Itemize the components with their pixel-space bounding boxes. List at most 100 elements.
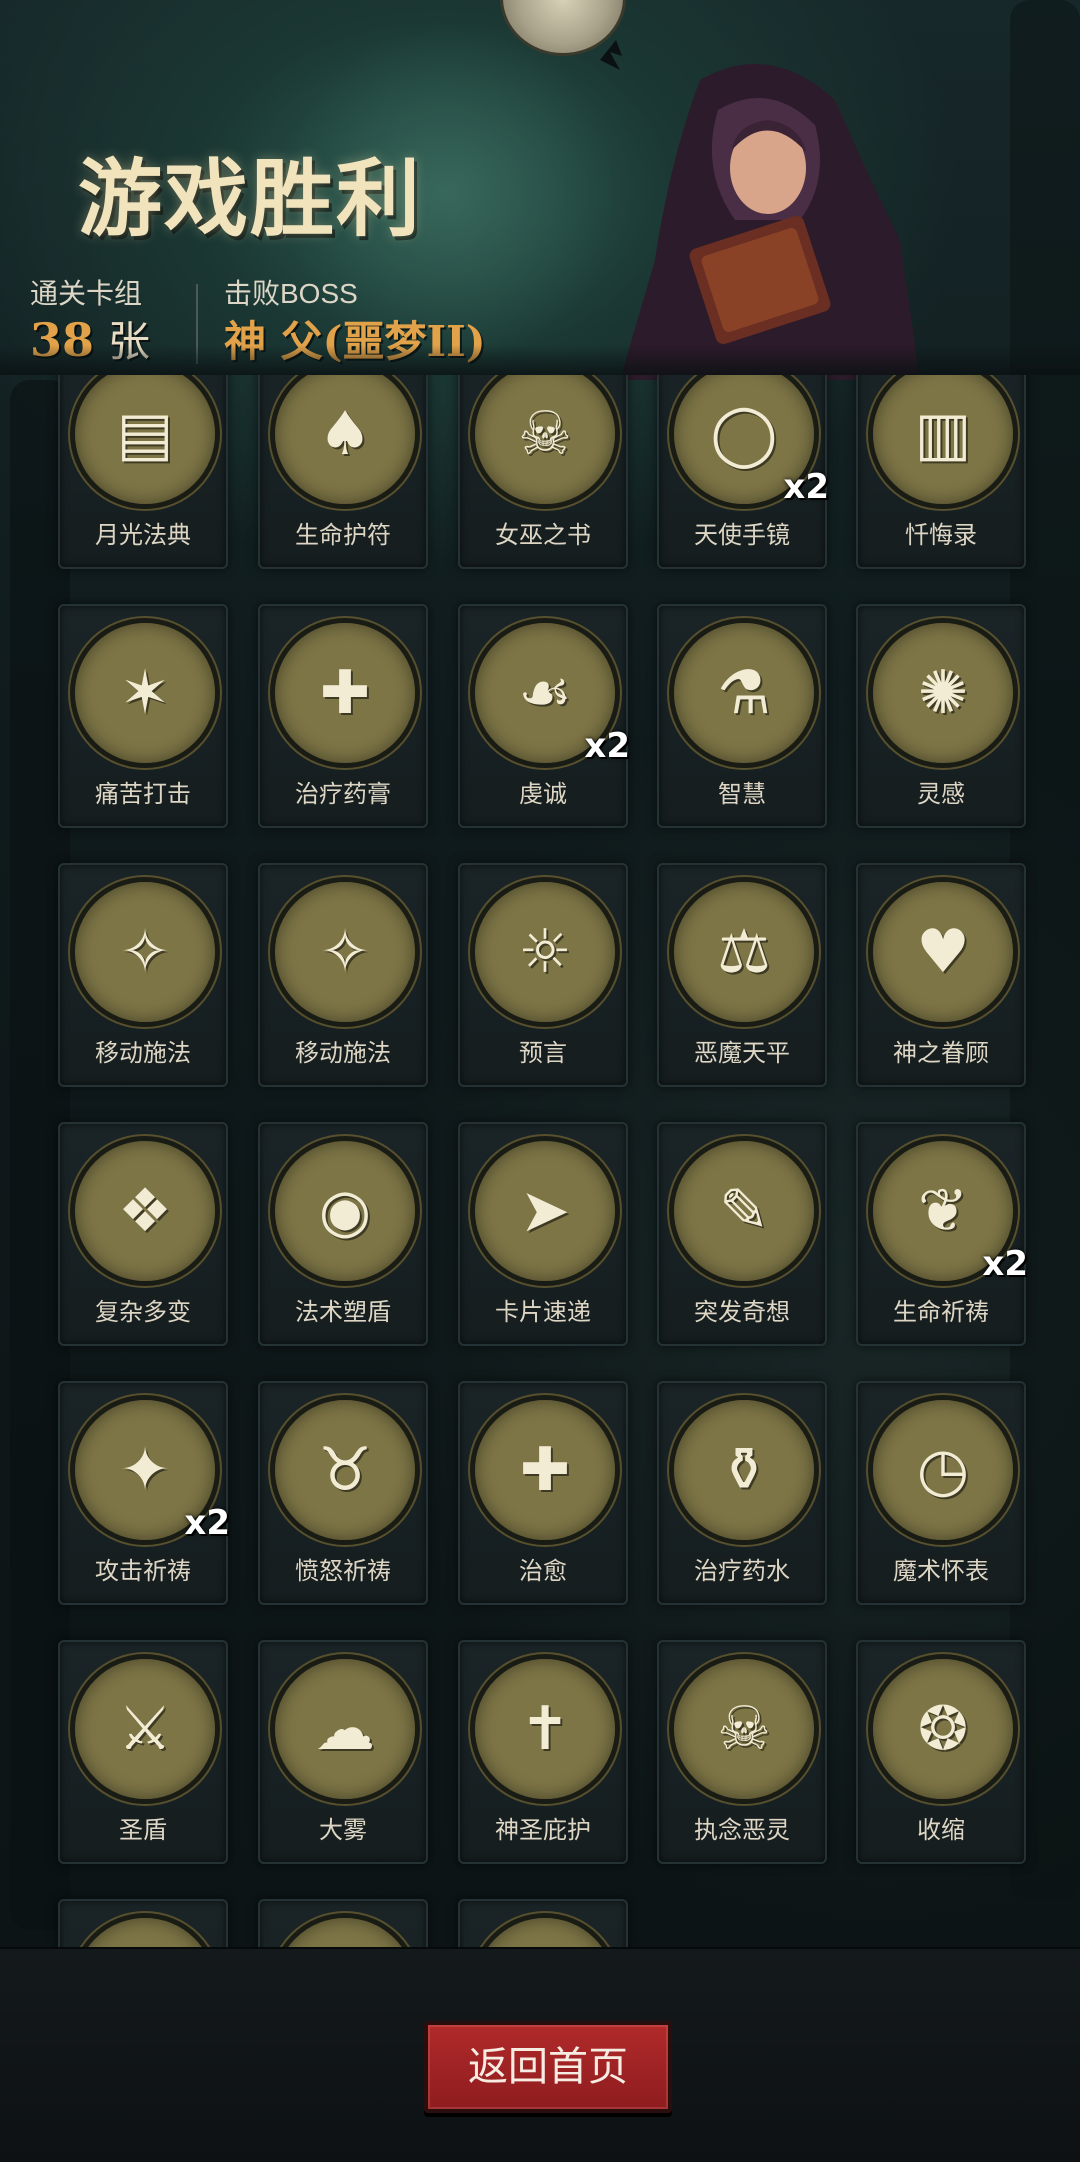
card-name: 恶魔天平 [694, 1040, 790, 1067]
card-art: ✚ [270, 618, 420, 768]
card-name: 治疗药膏 [295, 781, 391, 808]
card-multiplier-badge: x2 [584, 726, 630, 766]
card-art: ⚖ [669, 877, 819, 1027]
card-art: ⚱ [669, 1395, 819, 1545]
card-name: 忏悔录 [905, 522, 977, 549]
deck-card[interactable]: ✧ 移动施法 [58, 863, 228, 1087]
deck-card[interactable]: ✧ [458, 1899, 628, 1947]
deck-card[interactable]: ⚖ 恶魔天平 [657, 863, 827, 1087]
card-deck-grid[interactable]: ▤ 月光法典 ♠ 生命护符 ☠ 女巫之书 ◯ x2 天使手镜 ▥ 忏悔录 ✶ 痛苦打击 ✚ 治疗药膏 ☙ x2 虔… [0, 375, 1080, 1947]
orc-icon: ☗ [75, 1918, 215, 1947]
deck-card[interactable]: ◯ x2 天使手镜 [657, 375, 829, 569]
deck-card[interactable]: ◷ 魔术怀表 [856, 1381, 1026, 1605]
card-art: ➤ [470, 1136, 620, 1286]
card-name: 移动施法 [95, 1040, 191, 1067]
deck-card[interactable]: ❖ 复杂多变 [58, 1122, 228, 1346]
card-art: ▥ [868, 375, 1018, 509]
deck-card[interactable]: ◎ [258, 1899, 428, 1947]
card-name: 治疗药水 [694, 1558, 790, 1585]
deck-card[interactable]: ✚ 治愈 [458, 1381, 628, 1605]
card-art: ✧ [470, 1913, 620, 1947]
holy-warrior-icon: ⚔ [118, 1694, 172, 1764]
strike-icon: ✶ [119, 658, 171, 728]
card-art: ✶ [70, 618, 220, 768]
deck-card[interactable]: ✚ 治疗药膏 [258, 604, 428, 828]
zombie-potion-icon: ⚱ [718, 1435, 770, 1505]
deck-card[interactable]: ✧ 移动施法 [258, 863, 428, 1087]
wizard-icon: ✧ [319, 917, 371, 987]
ghost-icon: ☠ [717, 1694, 771, 1764]
card-name: 执念恶灵 [694, 1817, 790, 1844]
card-name: 痛苦打击 [95, 781, 191, 808]
deck-label: 通关卡组 [30, 278, 143, 309]
card-art: ▤ [70, 375, 220, 509]
deck-card[interactable]: ♠ 生命护符 [258, 375, 428, 569]
card-art: ☼ [470, 877, 620, 1027]
deck-card[interactable]: ✶ 痛苦打击 [58, 604, 228, 828]
deck-card[interactable]: ♥ 神之眷顾 [856, 863, 1026, 1087]
card-art: ♉ [270, 1395, 420, 1545]
deck-card[interactable]: ➤ 卡片速递 [458, 1122, 628, 1346]
card-name: 治愈 [519, 1558, 567, 1585]
card-name: 神圣庇护 [495, 1817, 591, 1844]
deck-card[interactable]: ✝ 神圣庇护 [458, 1640, 628, 1864]
card-name: 女巫之书 [495, 522, 591, 549]
card-name: 魔术怀表 [893, 1558, 989, 1585]
deck-card[interactable]: ✺ 灵感 [856, 604, 1026, 828]
deck-card[interactable]: ♉ 愤怒祈祷 [258, 1381, 428, 1605]
deck-card[interactable]: ☼ 预言 [458, 863, 628, 1087]
card-art: ✝ [470, 1654, 620, 1804]
card-name: 卡片速递 [495, 1299, 591, 1326]
card-name: 突发奇想 [694, 1299, 790, 1326]
shield-bubble-icon: ◉ [318, 1176, 372, 1246]
open-book-icon: ▥ [914, 399, 972, 469]
ointment-tube-icon: ✚ [319, 658, 371, 728]
card-multiplier-badge: x2 [783, 467, 829, 507]
angry-bull-icon: ♉ [318, 1435, 372, 1505]
card-art: ✚ [470, 1395, 620, 1545]
card-art: ☠ [470, 375, 620, 509]
deck-card[interactable]: ☙ x2 虔诚 [458, 604, 630, 828]
card-name: 生命护符 [295, 522, 391, 549]
return-home-button[interactable]: 返回首页 [424, 2021, 672, 2113]
card-art: ☗ [70, 1913, 220, 1947]
shrinking-man-icon: ❂ [917, 1694, 969, 1764]
card-art: ◉ [270, 1136, 420, 1286]
deck-card[interactable]: ✦ x2 攻击祈祷 [58, 1381, 230, 1605]
deck-card[interactable]: ▤ 月光法典 [58, 375, 228, 569]
card-name: 圣盾 [119, 1817, 167, 1844]
healing-plant-icon: ✚ [519, 1435, 571, 1505]
card-art: ♥ [868, 877, 1018, 1027]
deck-card[interactable]: ⚱ 治疗药水 [657, 1381, 827, 1605]
deck-card[interactable]: ✎ 突发奇想 [657, 1122, 827, 1346]
deck-card[interactable]: ☁ 大雾 [258, 1640, 428, 1864]
old-prophet-icon: ☼ [518, 917, 572, 987]
deck-card[interactable]: ▥ 忏悔录 [856, 375, 1026, 569]
card-name: 神之眷顾 [893, 1040, 989, 1067]
card-name: 愤怒祈祷 [295, 1558, 391, 1585]
deck-card[interactable]: ❦ x2 生命祈祷 [856, 1122, 1028, 1346]
card-art: ◎ [270, 1913, 420, 1947]
fog-beast-icon: ☁ [315, 1694, 375, 1764]
card-art: ✧ [70, 877, 220, 1027]
deck-card[interactable]: ☠ 执念恶灵 [657, 1640, 827, 1864]
boss-label: 击败BOSS [224, 278, 358, 309]
wizard-icon: ✧ [119, 917, 171, 987]
card-name: 预言 [519, 1040, 567, 1067]
card-name: 移动施法 [295, 1040, 391, 1067]
victory-title: 游戏胜利 [78, 149, 423, 248]
skull-book-icon: ☠ [518, 399, 572, 469]
card-art: ♠ [270, 375, 420, 509]
cross-shield-icon: ✝ [519, 1694, 571, 1764]
deck-card[interactable]: ☠ 女巫之书 [458, 375, 628, 569]
deck-card[interactable]: ◉ 法术塑盾 [258, 1122, 428, 1346]
deck-card[interactable]: ❂ 收缩 [856, 1640, 1026, 1864]
card-name: 法术塑盾 [295, 1299, 391, 1326]
deck-card[interactable]: ⚗ 智慧 [657, 604, 827, 828]
deck-card[interactable]: ☗ [58, 1899, 228, 1947]
card-multiplier-badge: x2 [982, 1244, 1028, 1284]
wizard-bat-icon: ✧ [475, 1918, 615, 1947]
card-name: 复杂多变 [95, 1299, 191, 1326]
header-shade [0, 345, 1080, 375]
deck-card[interactable]: ⚔ 圣盾 [58, 1640, 228, 1864]
